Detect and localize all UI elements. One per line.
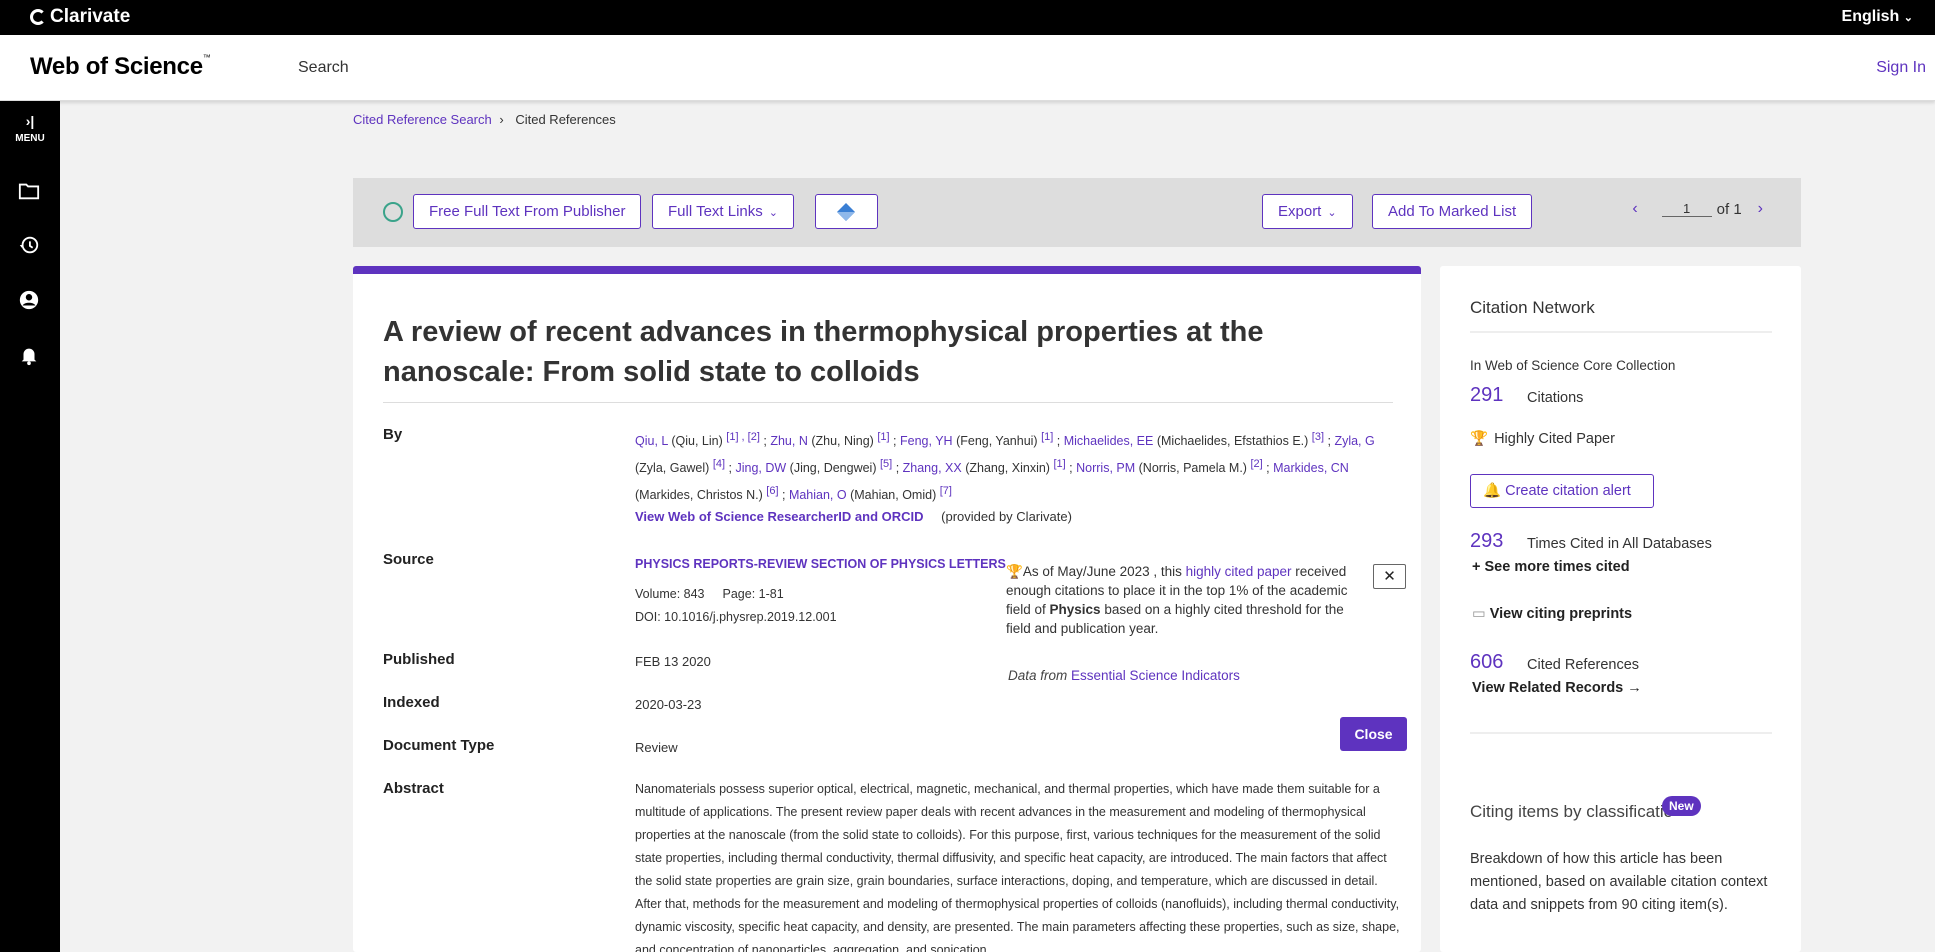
author-link[interactable]: Zyla, G	[1334, 434, 1374, 448]
chevron-down-icon: ⌄	[768, 207, 778, 219]
view-related-records-link[interactable]: View Related Records →	[1472, 680, 1642, 696]
data-source-note: Data from Essential Science Indicators	[1008, 668, 1240, 683]
breadcrumb: Cited Reference Search › Cited Reference…	[353, 112, 616, 127]
view-researcherid-link[interactable]: View Web of Science ResearcherID and ORC…	[635, 509, 924, 524]
label-abstract: Abstract	[383, 780, 444, 797]
cited-references-count[interactable]: 606	[1470, 651, 1503, 674]
breadcrumb-separator-icon: ›	[499, 112, 504, 127]
chevron-down-icon: ⌄	[1903, 12, 1913, 24]
citations-label: Citations	[1527, 390, 1584, 406]
trophy-icon: 🏆	[1470, 431, 1489, 447]
author-link[interactable]: Feng, YH	[900, 434, 953, 448]
chevron-down-icon: ⌄	[1327, 207, 1337, 219]
author-list: Qiu, L (Qiu, Lin) [1] , [2] ; Zhu, N (Zh…	[635, 431, 1375, 503]
preprint-icon: ▭	[1472, 606, 1486, 622]
highly-cited-paper-link[interactable]: highly cited paper	[1186, 564, 1292, 579]
record-title: A review of recent advances in thermophy…	[383, 316, 1264, 388]
site-header: Web of Science™ Search Sign In	[0, 35, 1935, 101]
label-document-type: Document Type	[383, 737, 495, 754]
close-button[interactable]: Close	[1340, 717, 1407, 751]
divider	[1470, 331, 1772, 333]
breadcrumb-cited-reference-search[interactable]: Cited Reference Search	[353, 112, 492, 127]
label-by: By	[383, 426, 403, 443]
label-indexed: Indexed	[383, 694, 440, 711]
open-access-icon	[383, 202, 403, 222]
divider	[383, 402, 1393, 403]
history-icon[interactable]	[18, 234, 40, 256]
free-full-text-button[interactable]: Free Full Text From Publisher	[413, 194, 642, 229]
full-text-links-button[interactable]: Full Text Links ⌄	[652, 194, 794, 229]
profile-icon[interactable]	[18, 289, 40, 311]
highly-cited-badge: 🏆 Highly Cited Paper	[1470, 431, 1615, 447]
reference-manager-button[interactable]	[815, 194, 878, 229]
cited-references-label: Cited References	[1527, 657, 1640, 673]
new-badge: New	[1662, 796, 1701, 816]
author-link[interactable]: Qiu, L	[635, 434, 668, 448]
researcher-id-row: View Web of Science ResearcherID and ORC…	[635, 509, 1072, 524]
author-link[interactable]: Markides, CN	[1273, 461, 1349, 475]
language-selector[interactable]: English ⌄	[1842, 8, 1913, 26]
menu-toggle[interactable]: ›| MENU	[0, 113, 60, 144]
provider-note: (provided by Clarivate)	[941, 509, 1072, 524]
author-link[interactable]: Mahian, O	[789, 488, 847, 502]
citations-count[interactable]: 291	[1470, 384, 1503, 407]
citing-items-heading: Citing items by classificatio	[1470, 802, 1674, 821]
breadcrumb-current: Cited References	[515, 112, 616, 127]
diamond-icon	[837, 203, 855, 221]
add-to-marked-list-button[interactable]: Add To Marked List	[1372, 194, 1533, 229]
volume-pages: Volume: 843 Page: 1-81	[635, 587, 784, 601]
page-total: of 1	[1716, 200, 1742, 218]
previous-page-icon[interactable]: ‹	[1632, 200, 1637, 218]
close-notice-button[interactable]: ✕	[1373, 564, 1406, 589]
next-page-icon[interactable]: ›	[1758, 200, 1763, 218]
journal-link[interactable]: PHYSICS REPORTS-REVIEW SECTION OF PHYSIC…	[635, 557, 1006, 571]
left-rail: ›| MENU	[0, 101, 60, 952]
published-date: FEB 13 2020	[635, 654, 711, 669]
abstract-text: Nanomaterials possess superior optical, …	[635, 782, 1400, 952]
times-cited-label: Times Cited in All Databases	[1527, 536, 1712, 552]
citation-network-heading: Citation Network	[1470, 298, 1595, 317]
search-link[interactable]: Search	[298, 59, 349, 77]
citing-items-description: Breakdown of how this article has been m…	[1470, 851, 1768, 913]
clarivate-logo[interactable]: Clarivate	[30, 6, 130, 28]
bell-icon: 🔔	[1483, 483, 1502, 499]
pagination: ‹ 1 of 1 ›	[1632, 200, 1763, 218]
trophy-icon: 🏆	[1006, 564, 1023, 579]
highly-cited-notice: 🏆As of May/June 2023 , this highly cited…	[1006, 564, 1348, 636]
author-link[interactable]: Zhu, N	[770, 434, 808, 448]
times-cited-count[interactable]: 293	[1470, 530, 1503, 553]
clarivate-topbar: Clarivate English ⌄	[0, 0, 1935, 35]
document-type: Review	[635, 740, 678, 755]
see-more-times-cited-link[interactable]: + See more times cited	[1472, 559, 1630, 575]
label-published: Published	[383, 651, 455, 668]
doi: DOI: 10.1016/j.physrep.2019.12.001	[635, 610, 837, 624]
folder-icon[interactable]	[18, 180, 40, 202]
view-citing-preprints-link[interactable]: ▭ View citing preprints	[1472, 606, 1632, 622]
citation-network-panel: Citation Network In Web of Science Core …	[1440, 266, 1801, 952]
export-button[interactable]: Export ⌄	[1262, 194, 1353, 229]
page-number-input[interactable]: 1	[1661, 201, 1712, 217]
label-source: Source	[383, 551, 434, 568]
record-toolbar: Free Full Text From Publisher Full Text …	[353, 178, 1801, 247]
create-citation-alert-button[interactable]: 🔔 Create citation alert	[1470, 474, 1654, 508]
wos-logo[interactable]: Web of Science™	[30, 53, 211, 81]
core-collection-label: In Web of Science Core Collection	[1470, 358, 1676, 373]
record-card: A review of recent advances in thermophy…	[353, 266, 1421, 952]
author-link[interactable]: Norris, PM	[1076, 461, 1135, 475]
sign-in-link[interactable]: Sign In	[1876, 59, 1926, 77]
notifications-icon[interactable]	[18, 344, 40, 366]
esi-link[interactable]: Essential Science Indicators	[1071, 668, 1240, 683]
divider	[1470, 732, 1772, 734]
indexed-date: 2020-03-23	[635, 697, 702, 712]
author-link[interactable]: Jing, DW	[735, 461, 786, 475]
expand-icon: ›|	[25, 113, 35, 129]
clarivate-logo-icon	[30, 9, 46, 25]
clarivate-brand: Clarivate	[50, 6, 131, 27]
author-link[interactable]: Michaelides, EE	[1064, 434, 1154, 448]
author-link[interactable]: Zhang, XX	[903, 461, 962, 475]
